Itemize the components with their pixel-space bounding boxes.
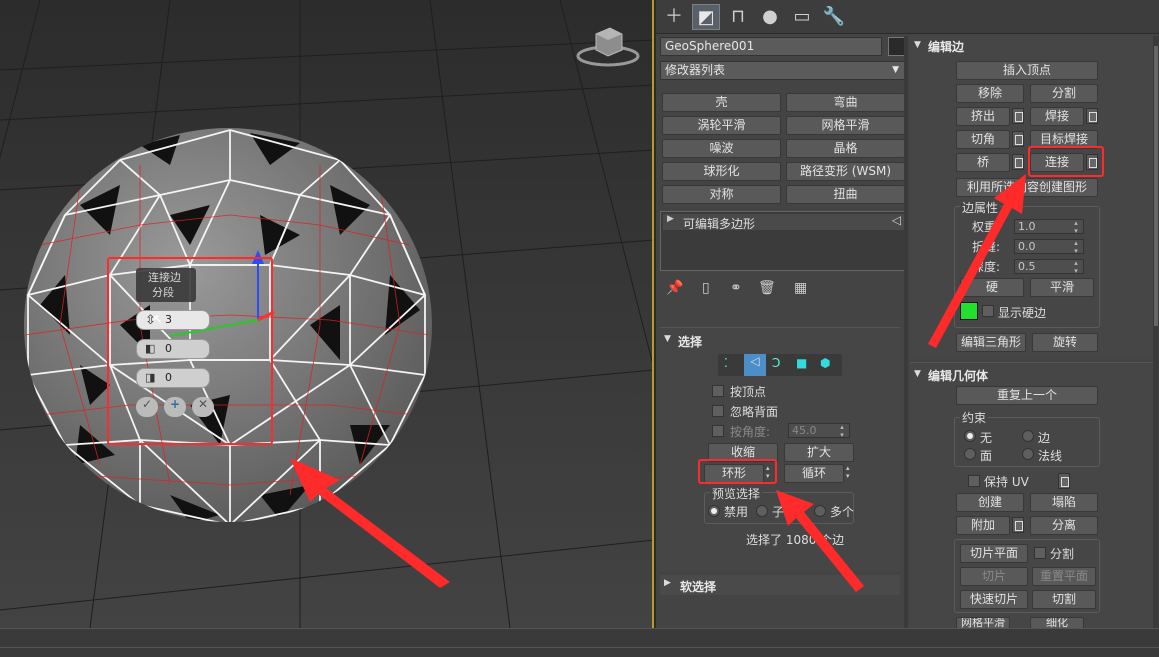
constraint-edge-radio[interactable] [1022, 430, 1034, 442]
weld-button[interactable]: 焊接 [1030, 107, 1084, 126]
by-vertex-checkbox[interactable] [712, 385, 724, 397]
utilities-icon[interactable]: 🔧 [820, 4, 848, 30]
reset-plane-button[interactable]: 重置平面 [1032, 567, 1096, 586]
detach-button[interactable]: 分离 [1030, 516, 1098, 535]
annotation-box-connect [1028, 146, 1104, 177]
slice-plane-button[interactable]: 切片平面 [960, 544, 1028, 563]
weld-settings-icon[interactable] [1086, 108, 1098, 124]
modify-icon[interactable]: ◩ [692, 4, 720, 30]
make-unique-icon[interactable]: ⚭ [730, 280, 742, 296]
chamfer-button[interactable]: 切角 [956, 130, 1010, 149]
expand-arrow-icon[interactable]: ▶ [667, 214, 674, 224]
command-tabs: ＋ ◩ ⊓ ● ▭ 🔧 [656, 0, 1159, 34]
modifier-button-symmetry[interactable]: 对称 [662, 185, 781, 204]
annotation-arrow-connect [928, 174, 1026, 348]
modifier-button-spherify[interactable]: 球形化 [662, 162, 781, 181]
collapse-button[interactable]: 塌陷 [1030, 493, 1098, 512]
collapse-arrow-icon[interactable]: ▼ [664, 334, 671, 344]
attach-settings-icon[interactable] [1012, 517, 1024, 533]
grow-button[interactable]: 扩大 [784, 443, 854, 462]
viewport[interactable]: 连接边 分段 ⇳ 3 ◧ 0 ◨ 0 ✓ + ✕ ↖ [0, 0, 654, 628]
display-icon[interactable]: ▭ [788, 4, 816, 30]
object-name-field[interactable]: GeoSphere001 [660, 37, 882, 56]
constraint-face-radio[interactable] [964, 448, 976, 460]
by-angle-checkbox[interactable] [712, 425, 724, 437]
preserve-uv-settings-icon[interactable] [1058, 473, 1070, 489]
angle-spinner[interactable]: 45.0 [788, 423, 850, 439]
modifier-button-bend[interactable]: 弯曲 [786, 93, 905, 112]
extrude-settings-icon[interactable] [1012, 108, 1024, 124]
constraint-none-radio[interactable] [964, 430, 976, 442]
modifier-button-twist[interactable]: 扭曲 [786, 185, 905, 204]
insert-vertex-button[interactable]: 插入顶点 [956, 61, 1098, 80]
modifier-button-meshsmooth[interactable]: 网格平滑 [786, 116, 905, 135]
subobject-toolbar: ⁚ ◁ Ɔ ■ ⬢ [718, 354, 842, 376]
split-button[interactable]: 分割 [1030, 84, 1098, 103]
configure-sets-icon[interactable]: ▦ [794, 280, 807, 296]
modifier-stack[interactable]: ▶ 可编辑多边形 ◁ [660, 211, 908, 271]
show-end-result-icon[interactable]: ▯ [702, 280, 710, 296]
slice-button[interactable]: 切片 [960, 567, 1028, 586]
collapse-arrow-icon[interactable]: ▼ [914, 40, 921, 50]
bridge-settings-icon[interactable] [1012, 154, 1024, 170]
edge-mode-icon[interactable]: ◁ [744, 354, 766, 376]
attach-button[interactable]: 附加 [956, 516, 1010, 535]
loop-button[interactable]: 循环 [784, 464, 844, 483]
smooth-button[interactable]: 平滑 [1030, 278, 1094, 297]
pin-stack-icon[interactable]: 📌 [666, 280, 683, 296]
preview-subobj-radio[interactable] [756, 505, 768, 517]
turn-button[interactable]: 旋转 [1032, 333, 1098, 352]
modifier-button-shell[interactable]: 壳 [662, 93, 781, 112]
annotation-box-caddy [107, 257, 273, 445]
annotation-arrow-caddy [290, 458, 450, 588]
command-panel: ＋ ◩ ⊓ ● ▭ 🔧 GeoSphere001 修改器列表 ▼ 壳 弯曲 涡轮… [656, 0, 1159, 629]
split-checkbox[interactable] [1034, 547, 1046, 559]
collapse-arrow-icon[interactable]: ▼ [914, 369, 921, 379]
edit-geometry-rollout: ▼ 编辑几何体 重复上一个 约束 无 边 面 法线 保持 UV 创建 塌陷 附加… [910, 362, 1153, 629]
remove-button[interactable]: 移除 [956, 84, 1024, 103]
expand-arrow-icon: ▶ [664, 578, 671, 588]
left-column-scrollbar[interactable] [904, 36, 908, 628]
extrude-button[interactable]: 挤出 [956, 107, 1010, 126]
viewcube[interactable] [576, 24, 640, 68]
cut-button[interactable]: 切割 [1032, 590, 1096, 609]
constraint-normal-radio[interactable] [1022, 448, 1034, 460]
modifier-list-dropdown[interactable]: 修改器列表 ▼ [660, 61, 906, 80]
ignore-backfacing-checkbox[interactable] [712, 405, 724, 417]
annotation-box-ring [698, 459, 777, 484]
stack-triangle-icon: ◁ [891, 213, 901, 227]
annotation-arrow-ring [776, 490, 864, 592]
status-bar [0, 628, 1159, 657]
right-column-scrollbar[interactable] [1153, 36, 1159, 628]
preserve-uv-checkbox[interactable] [968, 475, 980, 487]
preview-off-radio[interactable] [708, 505, 720, 517]
element-mode-icon[interactable]: ⬢ [820, 356, 830, 370]
vertex-mode-icon[interactable]: ⁚ [724, 356, 728, 370]
hierarchy-icon[interactable]: ⊓ [724, 4, 752, 30]
loop-spinner-icon[interactable]: ▴ ▾ [846, 464, 856, 482]
border-mode-icon[interactable]: Ɔ [772, 356, 780, 370]
stack-toolbar: 📌 ▯ ⚭ 🗑 ▦ [664, 280, 824, 300]
create-button[interactable]: 创建 [956, 493, 1024, 512]
modifier-button-noise[interactable]: 噪波 [662, 139, 781, 158]
repeat-last-button[interactable]: 重复上一个 [956, 386, 1098, 405]
motion-icon[interactable]: ● [756, 4, 784, 30]
remove-modifier-icon[interactable]: 🗑 [758, 280, 776, 296]
modifier-button-pathdeform[interactable]: 路径变形 (WSM) [786, 162, 905, 181]
chamfer-settings-icon[interactable] [1012, 131, 1024, 147]
quickslice-button[interactable]: 快速切片 [960, 590, 1028, 609]
modifier-button-lattice[interactable]: 晶格 [786, 139, 905, 158]
modifier-button-turbosmooth[interactable]: 涡轮平滑 [662, 116, 781, 135]
create-icon[interactable]: ＋ [660, 4, 688, 30]
polygon-mode-icon[interactable]: ■ [796, 356, 807, 370]
stack-item-editable-poly[interactable]: ▶ 可编辑多边形 ◁ [663, 213, 905, 231]
dropdown-arrow-icon: ▼ [892, 65, 899, 75]
